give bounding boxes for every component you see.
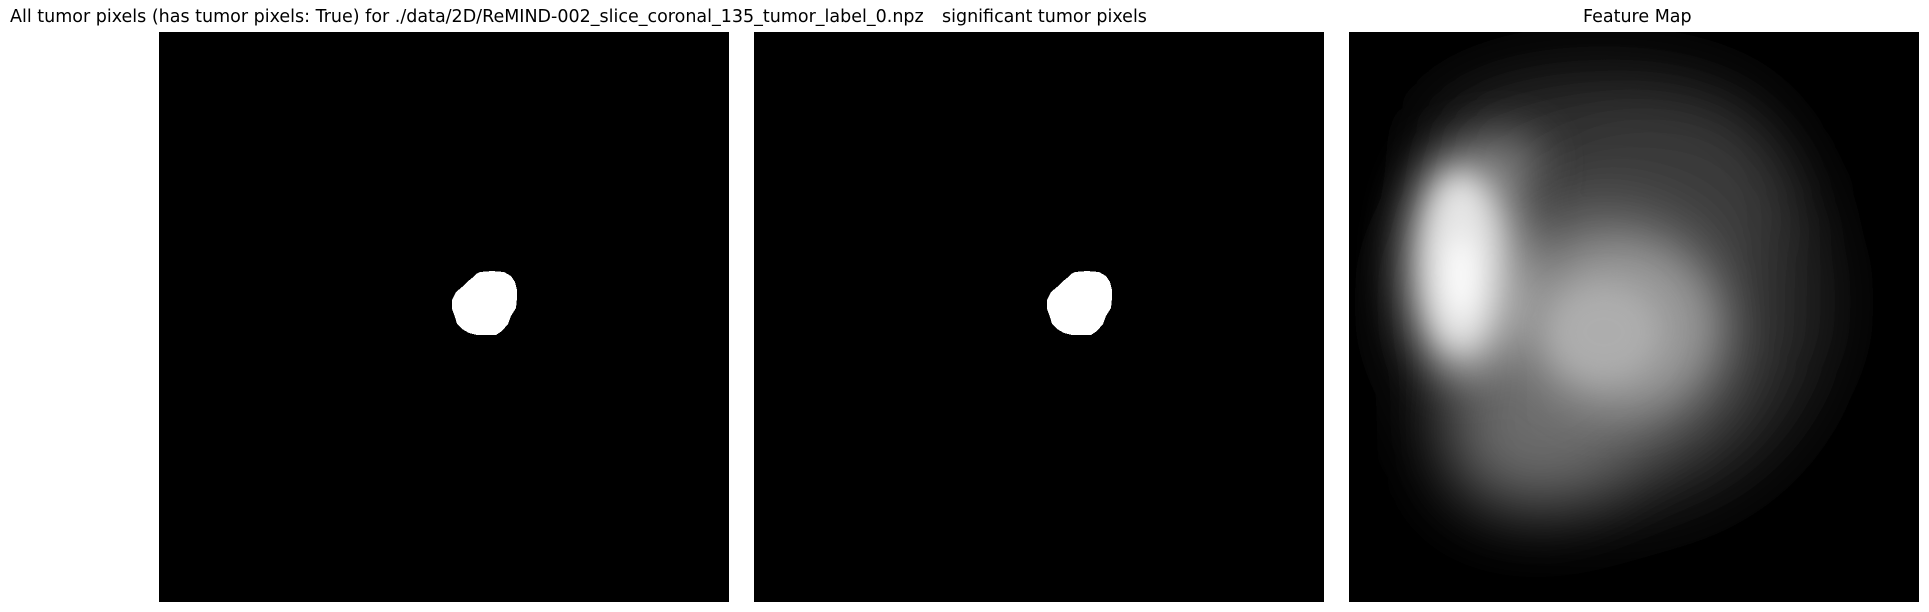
feature-map-graphic — [1399, 72, 1829, 512]
panel-title-feature-map: Feature Map — [1583, 7, 1692, 27]
significant-blob-graphic — [1047, 271, 1112, 335]
significant-blob — [1047, 271, 1112, 335]
panel-title-all-tumor-pixels: All tumor pixels (has tumor pixels: True… — [10, 7, 924, 27]
tumor-blob — [452, 271, 517, 335]
tumor-blob-graphic — [452, 271, 517, 335]
significant-mask-image — [754, 32, 1324, 602]
tumor-mask-image — [159, 32, 729, 602]
panel-title-significant-tumor-pixels: significant tumor pixels — [942, 7, 1147, 27]
feature-map-image — [1349, 32, 1919, 602]
